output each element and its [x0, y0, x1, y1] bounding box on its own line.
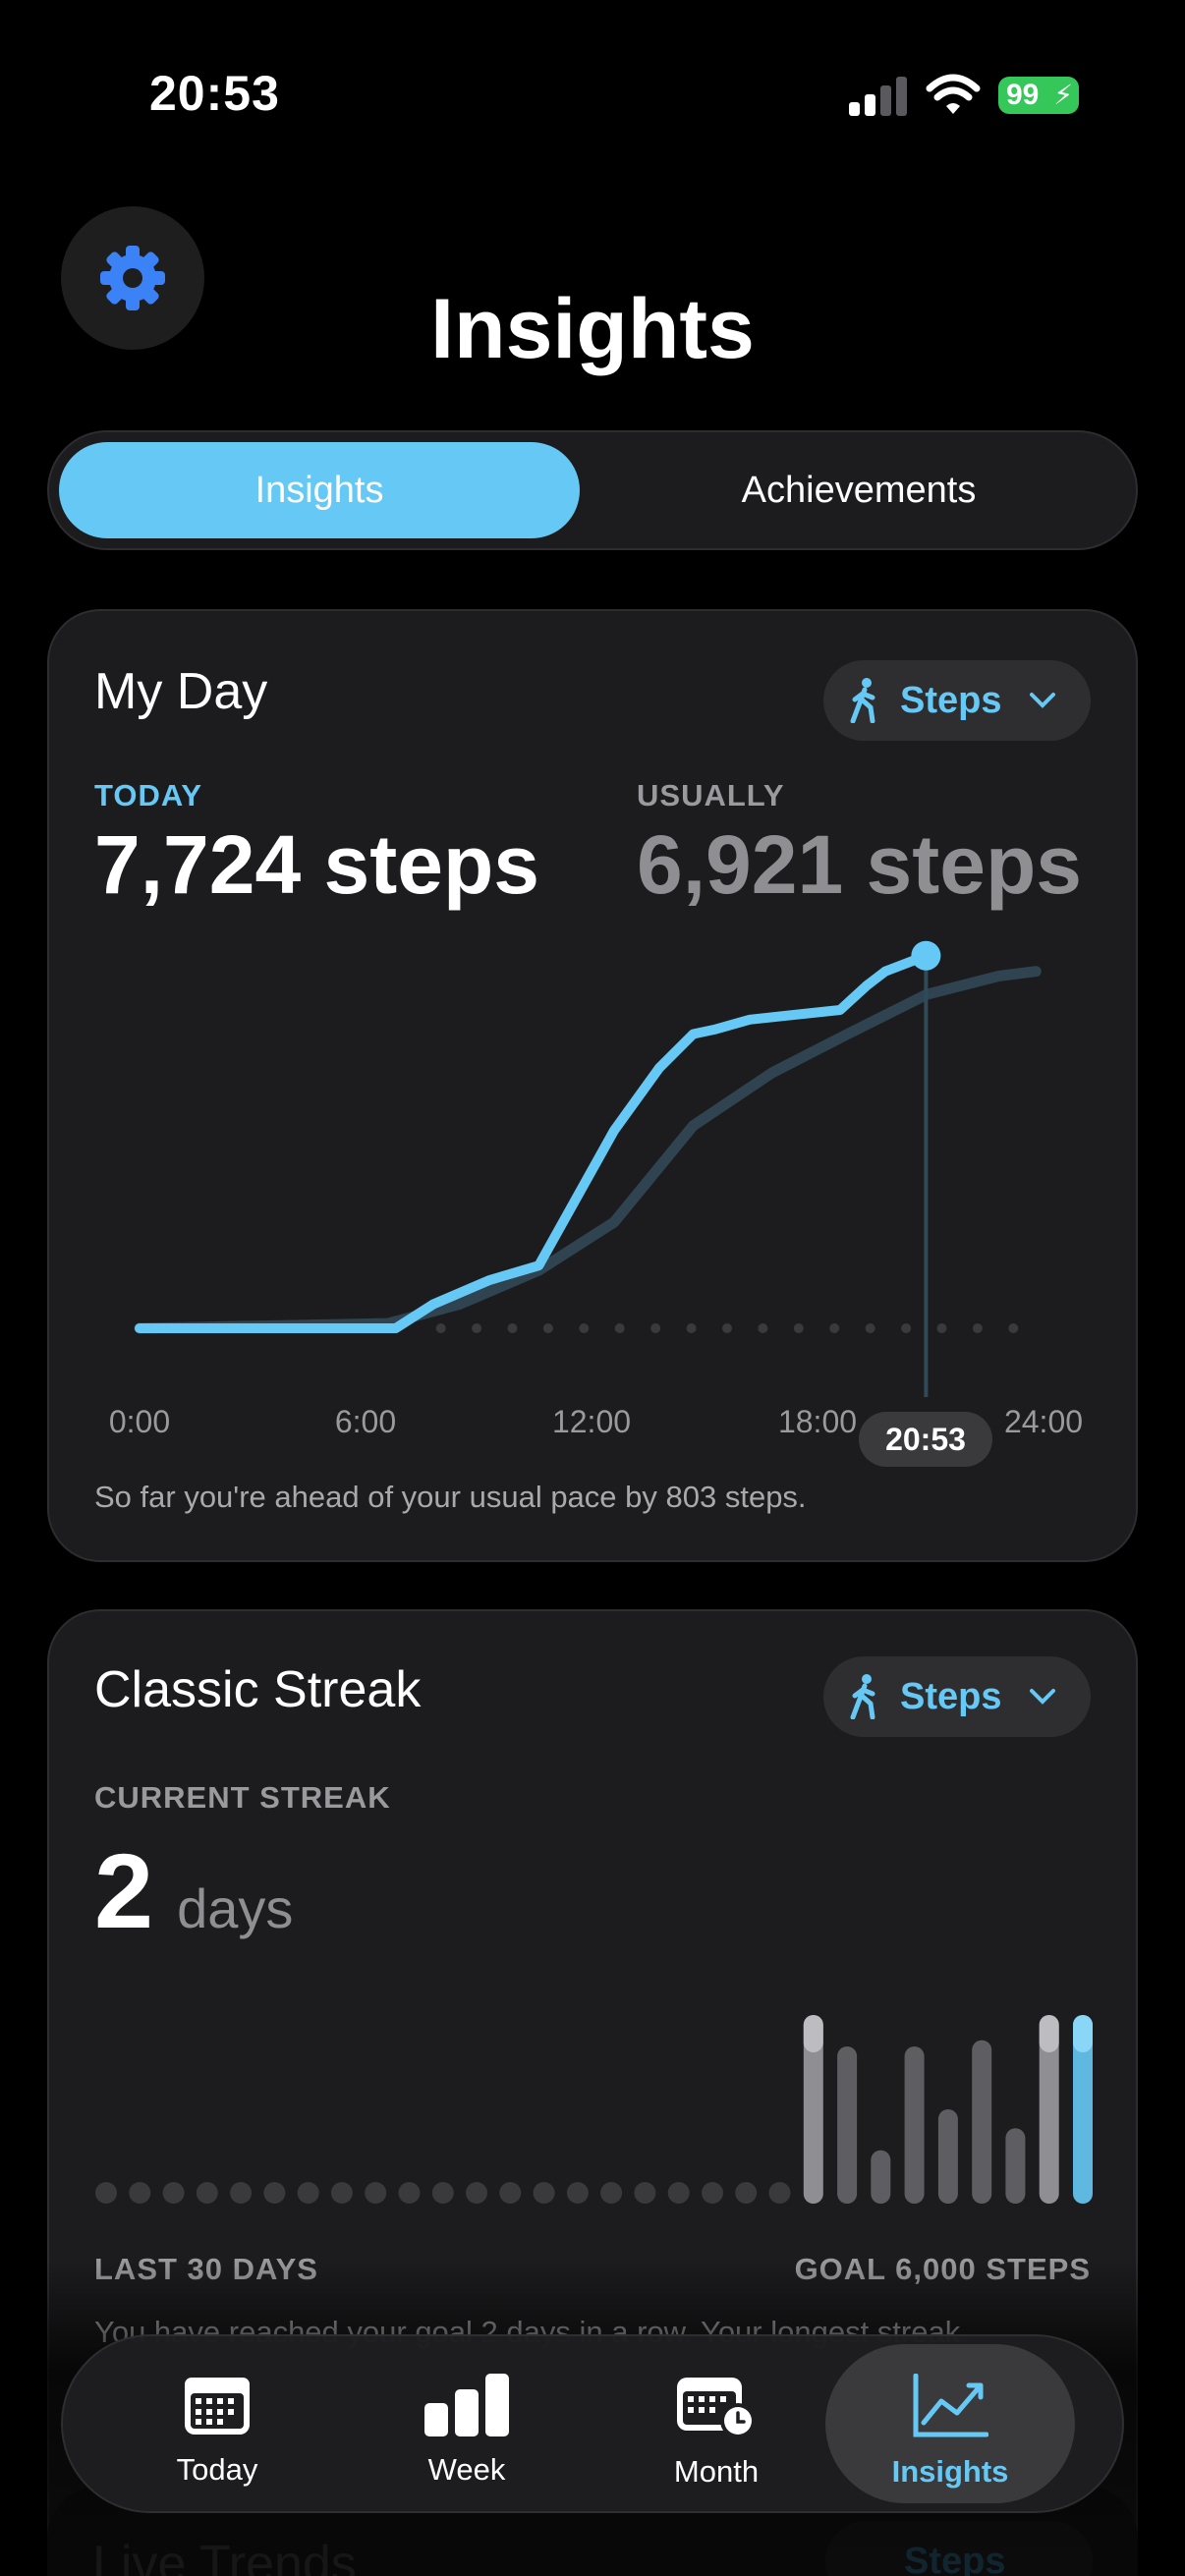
goal-cap: [1073, 2015, 1093, 2052]
card-title: Live Trends: [92, 2536, 357, 2576]
baseline-dot: [472, 1323, 482, 1333]
day-dot: [297, 2182, 319, 2204]
day-dot: [95, 2182, 117, 2204]
last-30-days-caption: LAST 30 DAYS: [94, 2252, 318, 2286]
status-bar: 20:53 99 ⚡: [0, 0, 1185, 187]
day-bar: [1005, 2128, 1026, 2204]
metric-selector[interactable]: Steps: [825, 2521, 1093, 2576]
day-dot: [365, 2182, 387, 2204]
day-dot: [566, 2182, 589, 2204]
goal-cap: [1039, 2015, 1059, 2052]
baseline-dot: [936, 1323, 947, 1333]
day-bar: [937, 2109, 958, 2204]
pace-footnote: So far you're ahead of your usual pace b…: [94, 1480, 807, 1514]
x-tick-label: 24:00: [1004, 1404, 1083, 1439]
wifi-icon: [926, 74, 981, 114]
calendar-clock-icon: [677, 2378, 756, 2438]
status-time: 20:53: [149, 66, 280, 121]
day-dot: [533, 2182, 555, 2204]
baseline-dot: [686, 1323, 697, 1333]
x-tick-label: 12:00: [552, 1404, 631, 1439]
day-dot: [702, 2182, 723, 2204]
day-dot: [466, 2182, 487, 2204]
day-dot: [263, 2182, 286, 2204]
day-dot: [768, 2182, 791, 2204]
battery-level: 99: [1006, 79, 1040, 111]
day-bar: [837, 2046, 858, 2204]
goal-caption: GOAL 6,000 STEPS: [794, 2252, 1091, 2286]
my-day-line-chart: 0:00 6:00 12:00 18:00 24:00: [109, 940, 1083, 1439]
baseline-dot: [793, 1323, 804, 1333]
day-dot: [634, 2182, 656, 2204]
baseline-dot: [614, 1323, 625, 1333]
segment-insights[interactable]: Insights: [59, 442, 580, 538]
usual-series-line: [134, 966, 1042, 1334]
x-tick-label: 18:00: [778, 1404, 857, 1439]
x-tick-label: 6:00: [335, 1404, 396, 1439]
baseline-dot: [542, 1323, 553, 1333]
tab-insights[interactable]: Insights: [825, 2344, 1075, 2503]
baseline-dot: [435, 1323, 446, 1333]
day-dot: [499, 2182, 522, 2204]
tab-week[interactable]: Week: [342, 2344, 592, 2503]
x-tick-label: 0:00: [109, 1404, 170, 1439]
baseline-dot: [1008, 1323, 1019, 1333]
today-series-line: [135, 950, 931, 1333]
tab-label: Insights: [891, 2454, 1009, 2489]
bar-chart-icon: [424, 2374, 509, 2436]
view-segmented-control: Insights Achievements: [47, 430, 1138, 550]
streak-bar-chart: [95, 2015, 1093, 2204]
day-dot: [600, 2182, 623, 2204]
page-title: Insights: [430, 282, 755, 376]
day-dot: [162, 2182, 185, 2204]
baseline-dot: [901, 1323, 912, 1333]
day-dot: [431, 2182, 454, 2204]
my-day-card: My Day Steps TODAY 7,724 steps USUALLY 6…: [47, 609, 1138, 1562]
baseline-dot: [829, 1323, 840, 1333]
day-dot: [330, 2182, 353, 2204]
day-bar: [871, 2150, 891, 2204]
baseline-dot: [507, 1323, 518, 1333]
charging-bolt-icon: ⚡: [1053, 80, 1073, 110]
day-dot: [735, 2182, 758, 2204]
tab-bar: Today Week Month Insights: [61, 2334, 1124, 2513]
tab-label: Month: [673, 2454, 760, 2489]
today-current-point: [911, 940, 941, 971]
baseline-dot: [758, 1323, 768, 1333]
day-dot: [230, 2182, 253, 2204]
current-time-badge: 20:53: [859, 1412, 992, 1467]
goal-cap: [803, 2015, 823, 2052]
tab-today[interactable]: Today: [92, 2344, 342, 2503]
day-bar: [972, 2040, 992, 2204]
tab-month[interactable]: Month: [592, 2344, 841, 2503]
tab-label: Today: [176, 2452, 258, 2487]
baseline-dot: [650, 1323, 661, 1333]
day-dot: [196, 2182, 218, 2204]
baseline-dot: [865, 1323, 875, 1333]
calendar-grid-icon: [185, 2378, 250, 2435]
cellular-signal-icon: [849, 77, 907, 116]
baseline-dot: [722, 1323, 732, 1333]
segment-achievements[interactable]: Achievements: [590, 442, 1128, 538]
day-bar: [904, 2046, 925, 2204]
day-dot: [129, 2182, 151, 2204]
day-dot: [398, 2182, 421, 2204]
baseline-dot: [972, 1323, 983, 1333]
battery-indicator: 99 ⚡: [998, 77, 1079, 114]
trend-chart-icon: [913, 2374, 988, 2437]
baseline-dot: [579, 1323, 590, 1333]
tab-label: Week: [427, 2452, 506, 2487]
day-dot: [667, 2182, 690, 2204]
